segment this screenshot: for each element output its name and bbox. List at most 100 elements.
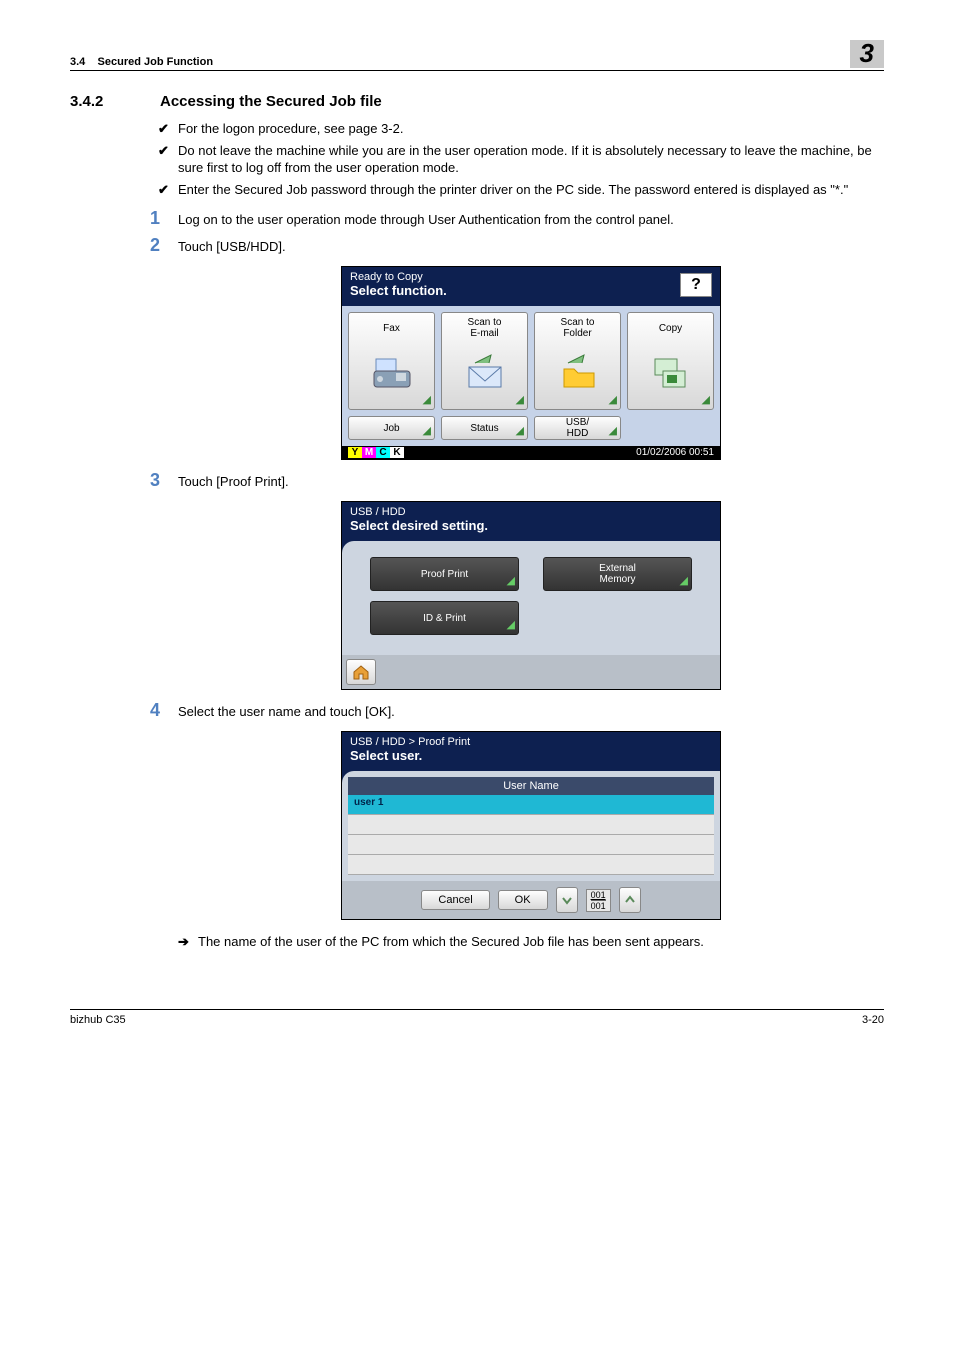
- button-label: External Memory: [599, 563, 636, 585]
- panel-main: Ready to Copy Select function. ? Fax ◢: [341, 266, 721, 460]
- footer-right: 3-20: [862, 1014, 884, 1026]
- tile-fax[interactable]: Fax ◢: [348, 312, 435, 410]
- screenshot-main-menu: Ready to Copy Select function. ? Fax ◢: [178, 266, 884, 460]
- email-icon: [461, 339, 509, 407]
- tile-scan-email[interactable]: Scan to E-mail ◢: [441, 312, 528, 410]
- corner-icon: ◢: [702, 393, 710, 406]
- checklist-item: Enter the Secured Job password through t…: [178, 181, 884, 199]
- tile-label: Scan to Folder: [561, 317, 595, 339]
- copy-icon: [647, 339, 695, 407]
- step-2: 2 Touch [USB/HDD]. Ready to Copy Select …: [178, 239, 884, 460]
- footer-left: bizhub C35: [70, 1014, 126, 1026]
- panel-footer: [342, 655, 720, 689]
- arrow-note-text: The name of the user of the PC from whic…: [198, 934, 704, 949]
- empty-cell: [627, 416, 714, 440]
- corner-icon: ◢: [507, 575, 515, 587]
- header-line1: USB / HDD > Proof Print: [350, 736, 712, 748]
- corner-icon: ◢: [423, 424, 431, 437]
- panel-header: Ready to Copy Select function. ?: [342, 267, 720, 306]
- header-line1: USB / HDD: [350, 506, 712, 518]
- button-label: Proof Print: [421, 569, 468, 580]
- button-label: ID & Print: [423, 613, 466, 624]
- header-line1: Ready to Copy: [350, 271, 447, 283]
- panel-header: USB / HDD Select desired setting.: [342, 502, 720, 541]
- section-number: 3.4.2: [70, 93, 132, 110]
- timestamp: 01/02/2006 00:51: [636, 447, 714, 458]
- corner-icon: ◢: [516, 393, 524, 406]
- toner-m: M: [362, 447, 376, 458]
- button-grid: Proof Print ◢ External Memory ◢ ID & Pri…: [350, 557, 712, 649]
- panel-footer: Y M C K 01/02/2006 00:51: [342, 446, 720, 459]
- user-row-empty[interactable]: [348, 815, 714, 835]
- header-section-title: Secured Job Function: [98, 56, 214, 68]
- page-up-button[interactable]: [619, 887, 641, 913]
- header-line2: Select user.: [350, 748, 712, 763]
- id-print-button[interactable]: ID & Print ◢: [370, 601, 519, 635]
- chapter-badge: 3: [850, 40, 884, 68]
- tile-status[interactable]: Status ◢: [441, 416, 528, 440]
- header-line2: Select function.: [350, 283, 447, 298]
- section-title: 3.4.2 Accessing the Secured Job file: [70, 93, 884, 110]
- page-header: 3.4 Secured Job Function 3: [70, 40, 884, 71]
- steps-list: 1 Log on to the user operation mode thro…: [70, 212, 884, 920]
- tile-copy[interactable]: Copy ◢: [627, 312, 714, 410]
- tile-usb-hdd[interactable]: USB/ HDD ◢: [534, 416, 621, 440]
- panel-usb-hdd: USB / HDD Select desired setting. Proof …: [341, 501, 721, 690]
- step-text: Log on to the user operation mode throug…: [178, 212, 674, 227]
- panel-footer: Cancel OK 001 001: [342, 881, 720, 919]
- proof-print-button[interactable]: Proof Print ◢: [370, 557, 519, 591]
- corner-icon: ◢: [609, 424, 617, 437]
- step-number: 2: [150, 235, 160, 256]
- column-header: User Name: [348, 777, 714, 795]
- tile-label: Copy: [659, 317, 682, 339]
- cancel-button[interactable]: Cancel: [421, 890, 489, 910]
- step-number: 4: [150, 700, 160, 721]
- screenshot-select-user: USB / HDD > Proof Print Select user. Use…: [178, 731, 884, 920]
- step-text: Touch [Proof Print].: [178, 474, 289, 489]
- user-row-empty[interactable]: [348, 835, 714, 855]
- page-current: 001: [591, 890, 606, 901]
- folder-icon: [554, 339, 602, 407]
- panel-body: Proof Print ◢ External Memory ◢ ID & Pri…: [342, 541, 720, 655]
- ymck-indicator: Y M C K: [348, 447, 404, 458]
- screenshot-usb-hdd: USB / HDD Select desired setting. Proof …: [178, 501, 884, 690]
- tile-label: Job: [383, 423, 399, 434]
- panel-header-text: Ready to Copy Select function.: [350, 271, 447, 298]
- external-memory-button[interactable]: External Memory ◢: [543, 557, 692, 591]
- step-1: 1 Log on to the user operation mode thro…: [178, 212, 884, 227]
- step-number: 3: [150, 470, 160, 491]
- tile-label: Scan to E-mail: [468, 317, 502, 339]
- tile-scan-folder[interactable]: Scan to Folder ◢: [534, 312, 621, 410]
- user-row-empty[interactable]: [348, 855, 714, 875]
- header-line2: Select desired setting.: [350, 518, 712, 533]
- panel-body: User Name user 1: [342, 771, 720, 881]
- page-indicator: 001 001: [586, 889, 611, 912]
- tile-job[interactable]: Job ◢: [348, 416, 435, 440]
- corner-icon: ◢: [423, 393, 431, 406]
- checklist-item: For the logon procedure, see page 3-2.: [178, 120, 884, 138]
- help-button[interactable]: ?: [680, 273, 712, 297]
- corner-icon: ◢: [507, 619, 515, 631]
- toner-k: K: [390, 447, 404, 458]
- tile-label: USB/ HDD: [566, 417, 589, 439]
- toner-y: Y: [348, 447, 362, 458]
- toner-c: C: [376, 447, 390, 458]
- corner-icon: ◢: [609, 393, 617, 406]
- corner-icon: ◢: [516, 424, 524, 437]
- step-text: Touch [USB/HDD].: [178, 239, 286, 254]
- page-total: 001: [591, 901, 606, 911]
- checklist-item: Do not leave the machine while you are i…: [178, 142, 884, 177]
- fax-icon: [368, 339, 416, 407]
- step-4: 4 Select the user name and touch [OK]. U…: [178, 704, 884, 920]
- home-button[interactable]: [346, 659, 376, 685]
- user-row-selected[interactable]: user 1: [348, 795, 714, 815]
- corner-icon: ◢: [680, 575, 688, 587]
- checklist: For the logon procedure, see page 3-2. D…: [70, 120, 884, 198]
- page-footer: bizhub C35 3-20: [70, 1009, 884, 1026]
- panel-header: USB / HDD > Proof Print Select user.: [342, 732, 720, 771]
- page-down-button[interactable]: [556, 887, 578, 913]
- header-section-num: 3.4: [70, 56, 85, 68]
- tile-grid: Fax ◢ Scan to E-mail ◢ Sca: [342, 306, 720, 446]
- tile-label: Status: [470, 423, 498, 434]
- ok-button[interactable]: OK: [498, 890, 548, 910]
